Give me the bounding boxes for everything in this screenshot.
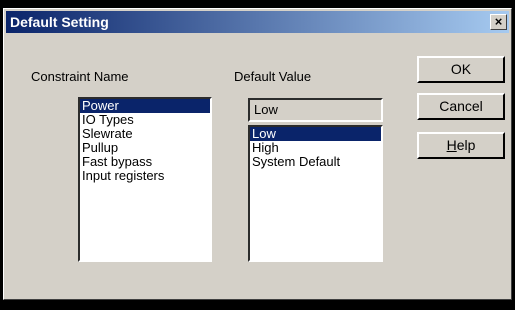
- constraint-item-io-types[interactable]: IO Types: [80, 113, 210, 127]
- help-label-rest: elp: [456, 137, 476, 153]
- close-button[interactable]: ×: [490, 14, 507, 30]
- constraint-item-fast-bypass[interactable]: Fast bypass: [80, 155, 210, 169]
- value-item-high[interactable]: High: [250, 141, 381, 155]
- default-value-label: Default Value: [234, 69, 312, 84]
- value-listbox[interactable]: Low High System Default: [248, 125, 383, 262]
- help-mnemonic: H: [446, 137, 457, 153]
- cancel-button[interactable]: Cancel: [417, 93, 505, 120]
- window-title: Default Setting: [10, 14, 109, 30]
- value-item-low[interactable]: Low: [250, 127, 381, 141]
- constraint-listbox[interactable]: Power IO Types Slewrate Pullup Fast bypa…: [78, 97, 212, 262]
- constraint-item-power[interactable]: Power: [80, 99, 210, 113]
- constraint-item-slewrate[interactable]: Slewrate: [80, 127, 210, 141]
- value-item-system-default[interactable]: System Default: [250, 155, 381, 169]
- help-button[interactable]: Help: [417, 132, 505, 159]
- default-value-field[interactable]: Low: [248, 98, 383, 122]
- constraint-item-pullup[interactable]: Pullup: [80, 141, 210, 155]
- constraint-item-input-registers[interactable]: Input registers: [80, 169, 210, 183]
- ok-button[interactable]: OK: [417, 56, 505, 83]
- title-bar: Default Setting ×: [6, 11, 509, 33]
- close-icon: ×: [494, 14, 503, 29]
- default-setting-dialog: Default Setting × Constraint Name Defaul…: [3, 8, 512, 300]
- constraint-name-label: Constraint Name: [31, 69, 129, 84]
